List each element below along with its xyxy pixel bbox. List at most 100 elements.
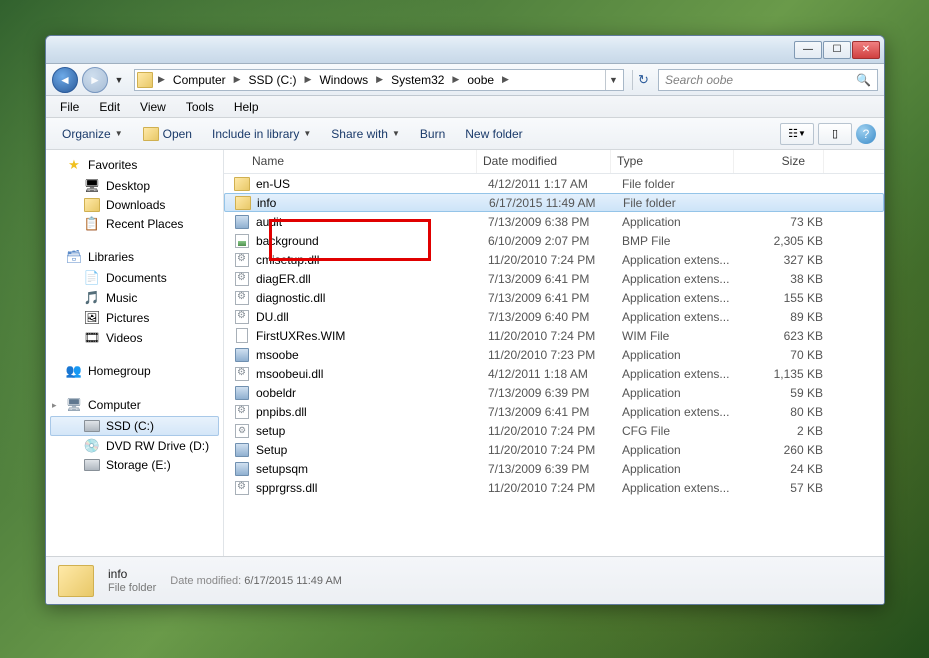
include-library-button[interactable]: Include in library▼ <box>204 123 319 145</box>
expand-icon[interactable]: ▸ <box>52 400 57 411</box>
file-icon <box>234 366 250 382</box>
navigation-pane[interactable]: ★Favorites 🖥Desktop Downloads 📋Recent Pl… <box>46 150 224 556</box>
file-row[interactable]: info6/17/2015 11:49 AMFile folder <box>224 193 884 212</box>
view-options-button[interactable]: ☷ ▼ <box>780 123 814 145</box>
column-name[interactable]: Name <box>224 150 477 173</box>
menu-view[interactable]: View <box>130 98 176 116</box>
status-modified: Date modified: 6/17/2015 11:49 AM <box>170 575 342 587</box>
new-folder-button[interactable]: New folder <box>457 123 530 145</box>
file-type: Application <box>622 462 745 476</box>
nav-videos[interactable]: 🎞Videos <box>46 328 223 348</box>
history-dropdown[interactable]: ▼ <box>112 70 126 90</box>
menu-edit[interactable]: Edit <box>89 98 130 116</box>
burn-button[interactable]: Burn <box>412 123 453 145</box>
file-type: Application extens... <box>622 405 745 419</box>
file-rows[interactable]: en-US4/12/2011 1:17 AMFile folderinfo6/1… <box>224 174 884 556</box>
chevron-right-icon[interactable]: ▶ <box>231 74 244 85</box>
file-row[interactable]: en-US4/12/2011 1:17 AMFile folder <box>224 174 884 193</box>
column-type[interactable]: Type <box>611 150 734 173</box>
breadcrumb-system32[interactable]: System32 <box>386 70 449 90</box>
file-row[interactable]: Setup11/20/2010 7:24 PMApplication260 KB <box>224 440 884 459</box>
menu-help[interactable]: Help <box>224 98 269 116</box>
explorer-window: — ☐ ✕ ◄ ► ▼ ▶ Computer ▶ SSD (C:) ▶ Wind… <box>45 35 885 605</box>
chevron-down-icon: ▼ <box>115 129 123 138</box>
chevron-right-icon[interactable]: ▶ <box>373 74 386 85</box>
breadcrumb-windows[interactable]: Windows <box>314 70 373 90</box>
menu-file[interactable]: File <box>50 98 89 116</box>
file-name: background <box>256 234 488 248</box>
search-input[interactable]: Search oobe 🔍 <box>658 69 878 91</box>
file-date: 11/20/2010 7:24 PM <box>488 443 622 457</box>
nav-desktop[interactable]: 🖥Desktop <box>46 176 223 196</box>
nav-music[interactable]: 🎵Music <box>46 288 223 308</box>
library-icon: 🗃 <box>66 249 82 265</box>
file-row[interactable]: setupsqm7/13/2009 6:39 PMApplication24 K… <box>224 459 884 478</box>
address-bar[interactable]: ▶ Computer ▶ SSD (C:) ▶ Windows ▶ System… <box>134 69 624 91</box>
file-row[interactable]: diagnostic.dll7/13/2009 6:41 PMApplicati… <box>224 288 884 307</box>
file-row[interactable]: diagER.dll7/13/2009 6:41 PMApplication e… <box>224 269 884 288</box>
libraries-group[interactable]: 🗃Libraries <box>46 246 223 268</box>
chevron-right-icon[interactable]: ▶ <box>302 74 315 85</box>
file-icon <box>234 347 250 363</box>
file-row[interactable]: FirstUXRes.WIM11/20/2010 7:24 PMWIM File… <box>224 326 884 345</box>
forward-button[interactable]: ► <box>82 67 108 93</box>
chevron-right-icon[interactable]: ▶ <box>499 74 512 85</box>
file-row[interactable]: oobeldr7/13/2009 6:39 PMApplication59 KB <box>224 383 884 402</box>
file-row[interactable]: pnpibs.dll7/13/2009 6:41 PMApplication e… <box>224 402 884 421</box>
nav-documents[interactable]: 📄Documents <box>46 268 223 288</box>
nav-drive-c[interactable]: SSD (C:) <box>50 416 219 436</box>
dvd-icon: 💿 <box>84 438 100 454</box>
file-icon <box>234 461 250 477</box>
menu-tools[interactable]: Tools <box>176 98 224 116</box>
help-button[interactable]: ? <box>856 124 876 144</box>
file-size: 89 KB <box>745 310 823 324</box>
close-button[interactable]: ✕ <box>852 41 880 59</box>
file-row[interactable]: DU.dll7/13/2009 6:40 PMApplication exten… <box>224 307 884 326</box>
computer-group[interactable]: ▸🖥Computer <box>46 394 223 416</box>
breadcrumb-oobe[interactable]: oobe <box>462 70 499 90</box>
file-row[interactable]: audit7/13/2009 6:38 PMApplication73 KB <box>224 212 884 231</box>
file-row[interactable]: setup11/20/2010 7:24 PMCFG File2 KB <box>224 421 884 440</box>
favorites-group[interactable]: ★Favorites <box>46 154 223 176</box>
toolbar: Organize▼ Open Include in library▼ Share… <box>46 118 884 150</box>
nav-pictures[interactable]: 🖼Pictures <box>46 308 223 328</box>
column-date[interactable]: Date modified <box>477 150 611 173</box>
address-dropdown[interactable]: ▼ <box>605 70 621 90</box>
chevron-right-icon[interactable]: ▶ <box>155 74 168 85</box>
preview-pane-button[interactable]: ▯ <box>818 123 852 145</box>
file-row[interactable]: cmisetup.dll11/20/2010 7:24 PMApplicatio… <box>224 250 884 269</box>
nav-downloads[interactable]: Downloads <box>46 196 223 214</box>
breadcrumb-drive[interactable]: SSD (C:) <box>244 70 302 90</box>
share-button[interactable]: Share with▼ <box>323 123 408 145</box>
file-row[interactable]: background6/10/2009 2:07 PMBMP File2,305… <box>224 231 884 250</box>
refresh-button[interactable]: ↻ <box>632 70 654 90</box>
file-icon <box>234 404 250 420</box>
drive-icon <box>84 420 100 432</box>
file-row[interactable]: msoobeui.dll4/12/2011 1:18 AMApplication… <box>224 364 884 383</box>
minimize-button[interactable]: — <box>794 41 822 59</box>
breadcrumb-computer[interactable]: Computer <box>168 70 231 90</box>
chevron-right-icon[interactable]: ▶ <box>449 74 462 85</box>
file-date: 11/20/2010 7:24 PM <box>488 253 622 267</box>
navigation-bar: ◄ ► ▼ ▶ Computer ▶ SSD (C:) ▶ Windows ▶ … <box>46 64 884 96</box>
drive-icon <box>84 459 100 471</box>
file-row[interactable]: msoobe11/20/2010 7:23 PMApplication70 KB <box>224 345 884 364</box>
nav-recent[interactable]: 📋Recent Places <box>46 214 223 234</box>
nav-dvd-drive[interactable]: 💿DVD RW Drive (D:) <box>46 436 223 456</box>
file-size: 24 KB <box>745 462 823 476</box>
file-name: DU.dll <box>256 310 488 324</box>
homegroup[interactable]: 👥Homegroup <box>46 360 223 382</box>
maximize-button[interactable]: ☐ <box>823 41 851 59</box>
file-date: 11/20/2010 7:24 PM <box>488 424 622 438</box>
titlebar[interactable]: — ☐ ✕ <box>46 36 884 64</box>
column-size[interactable]: Size <box>734 150 824 173</box>
file-date: 7/13/2009 6:39 PM <box>488 462 622 476</box>
file-row[interactable]: spprgrss.dll11/20/2010 7:24 PMApplicatio… <box>224 478 884 497</box>
back-button[interactable]: ◄ <box>52 67 78 93</box>
file-name: msoobe <box>256 348 488 362</box>
organize-button[interactable]: Organize▼ <box>54 123 131 145</box>
nav-storage-drive[interactable]: Storage (E:) <box>46 456 223 474</box>
folder-icon <box>137 72 153 88</box>
search-icon[interactable]: 🔍 <box>856 73 871 87</box>
open-button[interactable]: Open <box>135 123 200 145</box>
